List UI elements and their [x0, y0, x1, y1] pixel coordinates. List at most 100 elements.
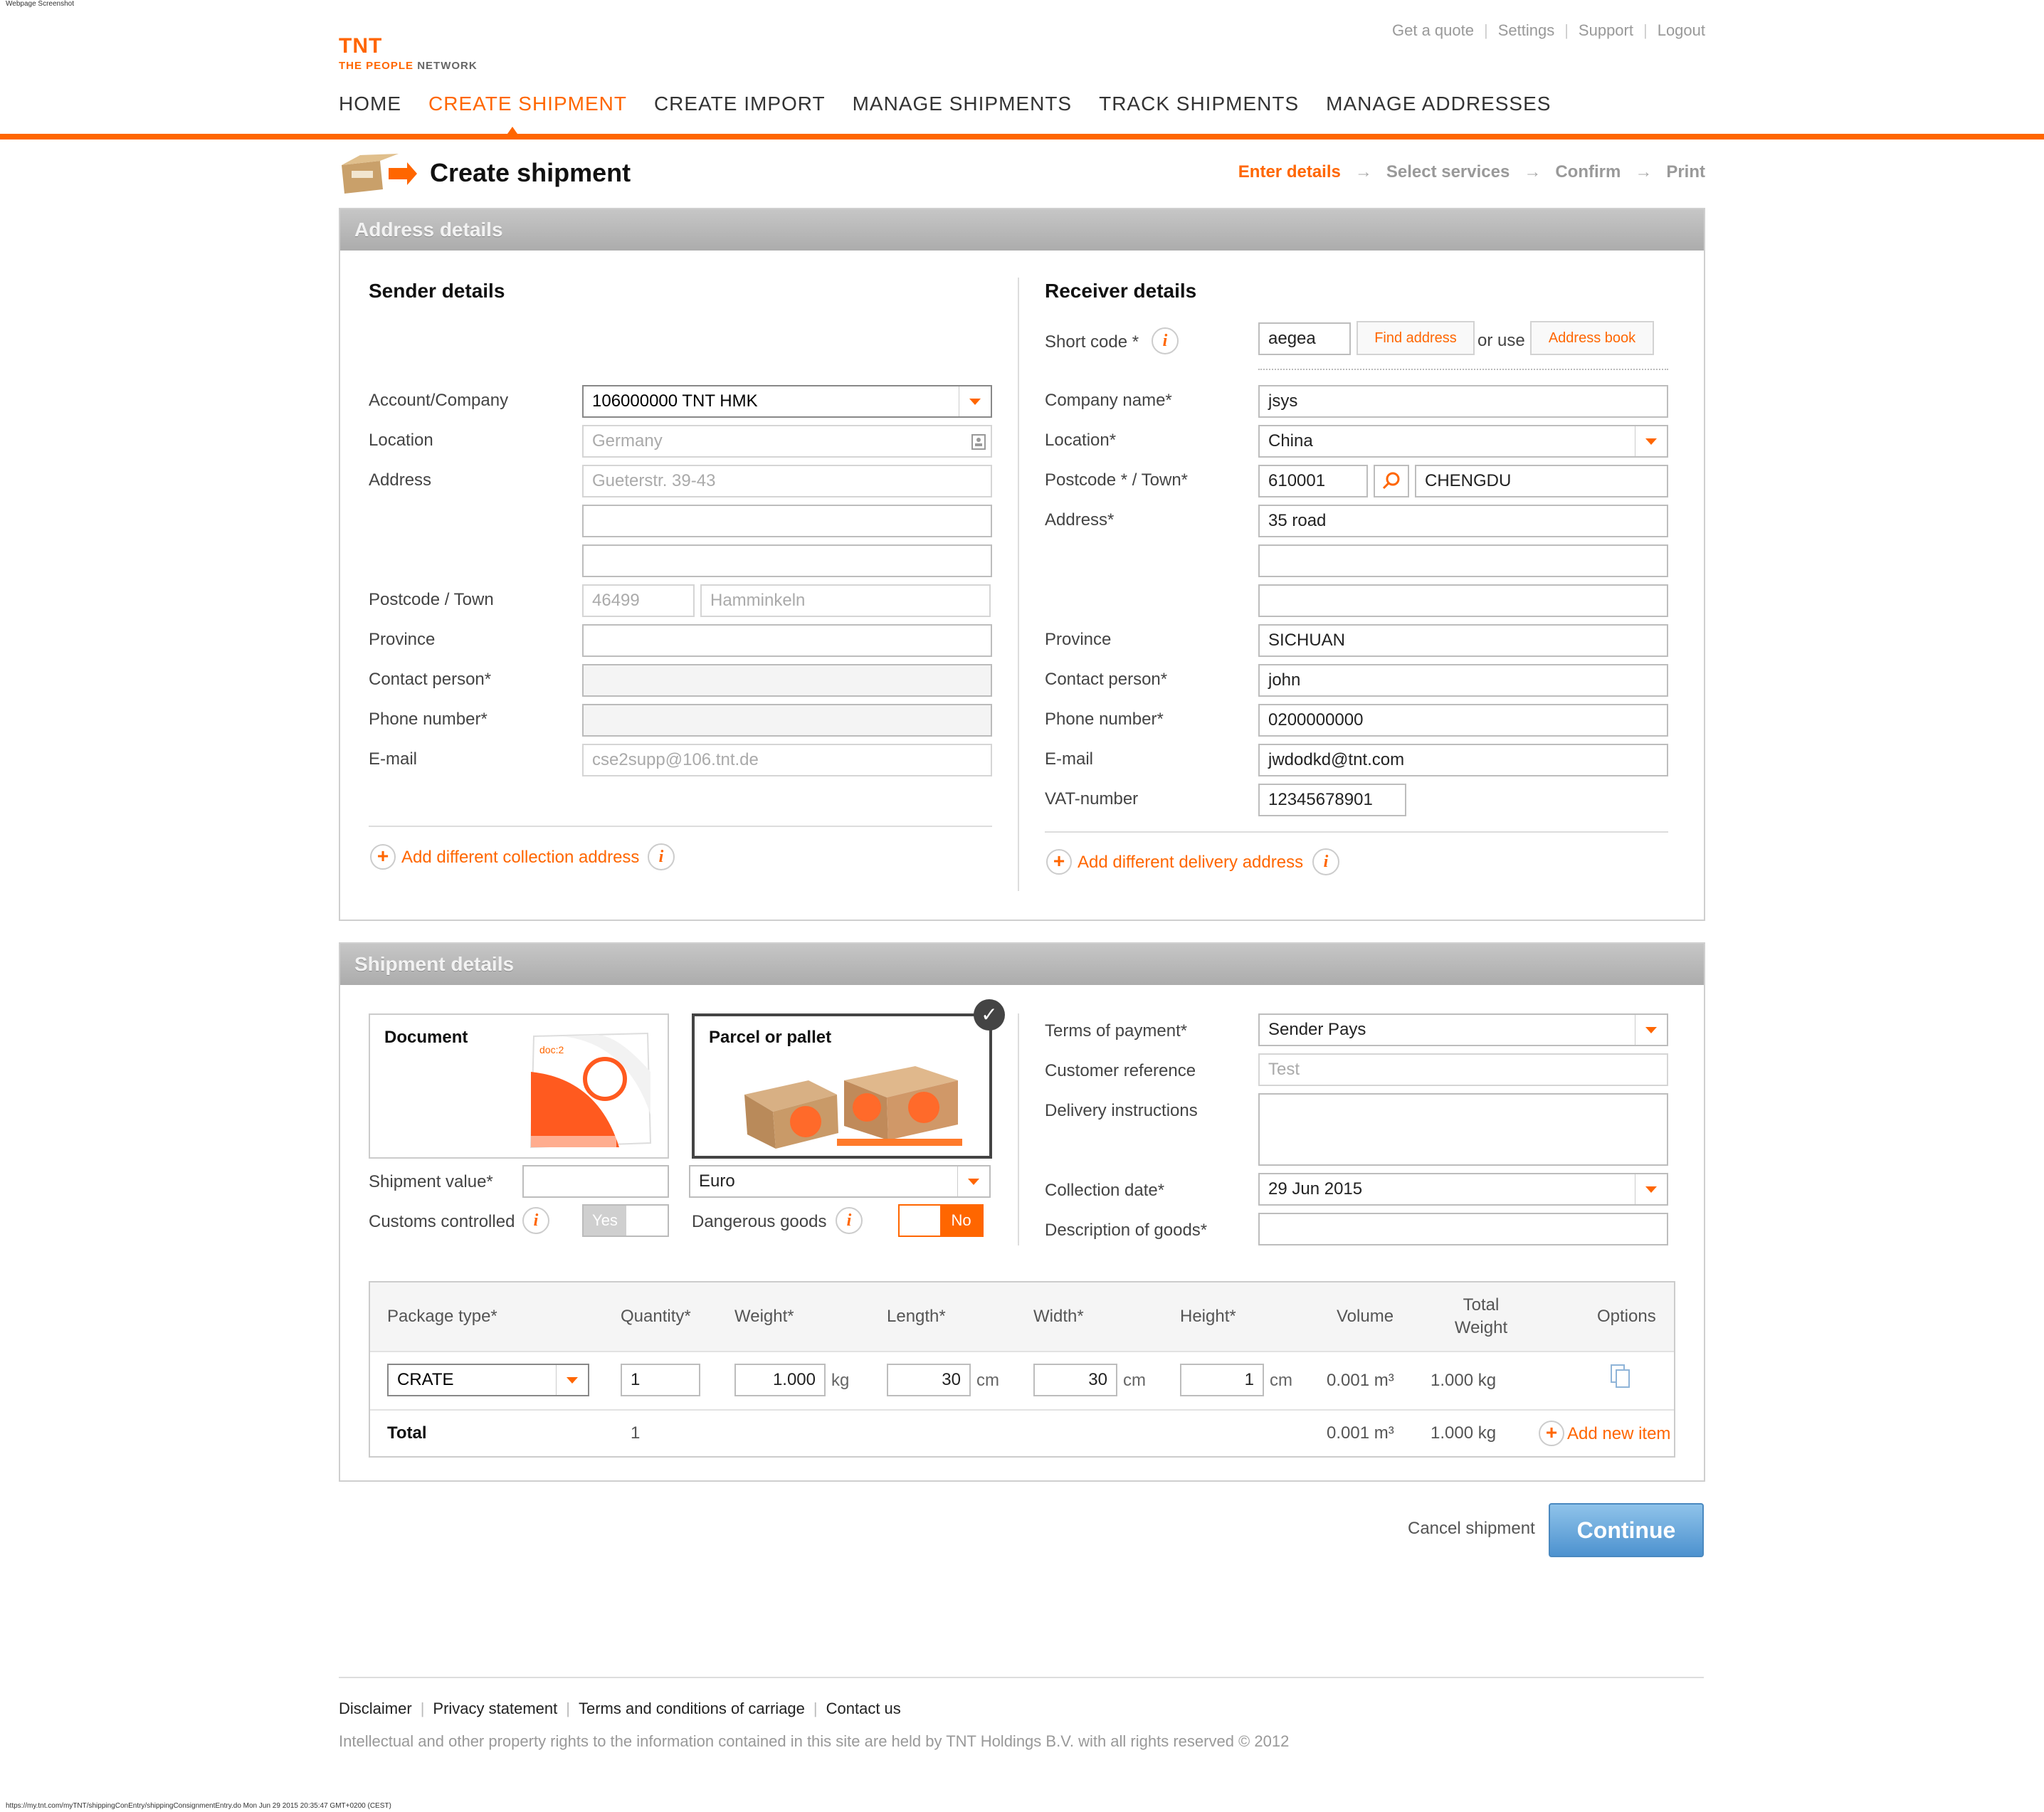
settings-link[interactable]: Settings: [1498, 21, 1555, 40]
address-panel-header: Address details: [340, 209, 1704, 251]
shortcode-info-icon[interactable]: i: [1152, 327, 1179, 354]
receiver-contact-label: Contact person*: [1045, 670, 1168, 689]
add-delivery-plus-icon[interactable]: +: [1046, 849, 1072, 875]
nav-manage-shipments[interactable]: MANAGE SHIPMENTS: [853, 93, 1072, 115]
nav-home[interactable]: HOME: [339, 93, 401, 115]
delivery-instructions-textarea[interactable]: [1258, 1093, 1668, 1166]
dangerous-info-icon[interactable]: i: [836, 1207, 863, 1234]
logo-tagline-a: THE PEOPLE: [339, 60, 414, 72]
nav-track-shipments[interactable]: TRACK SHIPMENTS: [1099, 93, 1299, 115]
continue-button[interactable]: Continue: [1549, 1503, 1704, 1557]
dangerous-goods-toggle[interactable]: No: [898, 1204, 984, 1237]
length-unit: cm: [976, 1371, 999, 1390]
tnt-logo[interactable]: TNT THE PEOPLE NETWORK: [339, 34, 478, 72]
disclaimer-link[interactable]: Disclaimer: [339, 1700, 412, 1717]
shipment-panel-header: Shipment details: [340, 944, 1704, 985]
nav-create-import[interactable]: CREATE IMPORT: [654, 93, 826, 115]
parcel-boxes-image: [744, 1066, 962, 1149]
nav-manage-addresses[interactable]: MANAGE ADDRESSES: [1326, 93, 1551, 115]
receiver-address3-field[interactable]: [1258, 584, 1668, 617]
shipment-value-field[interactable]: [522, 1165, 669, 1198]
copy-icon[interactable]: [1610, 1364, 1631, 1389]
sender-title: Sender details: [369, 280, 505, 302]
address-book-button[interactable]: Address book: [1530, 321, 1654, 355]
contact-us-link[interactable]: Contact us: [826, 1700, 901, 1717]
receiver-postcode-field[interactable]: 610001: [1258, 465, 1368, 497]
selected-check-icon: ✓: [974, 999, 1005, 1031]
document-type-card[interactable]: Document doc:2: [369, 1013, 669, 1159]
collection-info-icon[interactable]: i: [648, 843, 675, 870]
weight-field[interactable]: 1.000: [734, 1364, 826, 1396]
sender-email-label: E-mail: [369, 749, 418, 769]
sender-contact-field[interactable]: [582, 664, 992, 697]
receiver-town-field[interactable]: CHENGDU: [1415, 465, 1668, 497]
height-field[interactable]: 1: [1180, 1364, 1264, 1396]
get-quote-link[interactable]: Get a quote: [1392, 21, 1474, 40]
add-delivery-address-link[interactable]: Add different delivery address: [1078, 853, 1303, 873]
row-volume: 0.001 m³: [1327, 1371, 1394, 1390]
description-goods-field[interactable]: [1258, 1213, 1668, 1245]
sender-account-select[interactable]: 106000000 TNT HMK: [582, 385, 992, 418]
length-field[interactable]: 30: [887, 1364, 971, 1396]
receiver-email-field[interactable]: jwdodkd@tnt.com: [1258, 744, 1668, 776]
privacy-link[interactable]: Privacy statement: [433, 1700, 557, 1717]
step-select-services: Select services: [1386, 162, 1510, 181]
col-total-weight: Total Weight: [1454, 1295, 1508, 1337]
or-use-text: or use: [1477, 331, 1525, 350]
add-collection-plus-icon[interactable]: +: [370, 844, 396, 870]
receiver-province-field[interactable]: SICHUAN: [1258, 624, 1668, 657]
col-volume: Volume: [1337, 1307, 1394, 1326]
customs-toggle[interactable]: Yes: [582, 1204, 669, 1237]
support-link[interactable]: Support: [1579, 21, 1633, 40]
customer-reference-field[interactable]: Test: [1258, 1053, 1668, 1086]
col-package-type: Package type*: [387, 1307, 497, 1326]
nav-create-shipment[interactable]: CREATE SHIPMENT: [428, 93, 627, 115]
terms-select[interactable]: Sender Pays: [1258, 1013, 1668, 1046]
receiver-address2-field[interactable]: [1258, 544, 1668, 577]
customs-info-icon[interactable]: i: [522, 1207, 549, 1234]
weight-unit: kg: [831, 1371, 850, 1390]
parcel-type-card[interactable]: Parcel or pallet: [692, 1013, 992, 1159]
delivery-info-icon[interactable]: i: [1312, 848, 1339, 875]
footer-links: Disclaimer | Privacy statement | Terms and c…: [339, 1700, 901, 1717]
find-address-button[interactable]: Find address: [1356, 321, 1475, 355]
currency-select[interactable]: Euro: [689, 1165, 991, 1198]
package-type-select[interactable]: CRATE: [387, 1364, 589, 1396]
chevron-down-icon: [1635, 426, 1667, 456]
logout-link[interactable]: Logout: [1658, 21, 1705, 40]
width-field[interactable]: 30: [1033, 1364, 1117, 1396]
collection-date-label: Collection date*: [1045, 1181, 1165, 1200]
dangerous-goods-label: Dangerous goods: [692, 1212, 827, 1231]
cancel-shipment-link[interactable]: Cancel shipment: [1408, 1519, 1535, 1539]
receiver-contact-field[interactable]: john: [1258, 664, 1668, 697]
quantity-field[interactable]: 1: [621, 1364, 700, 1396]
collection-date-select[interactable]: 29 Jun 2015: [1258, 1173, 1668, 1206]
receiver-company-field[interactable]: jsys: [1258, 385, 1668, 418]
receiver-vat-field[interactable]: 12345678901: [1258, 784, 1406, 816]
add-new-item-link[interactable]: Add new item: [1567, 1424, 1670, 1444]
description-goods-label: Description of goods*: [1045, 1221, 1208, 1240]
add-item-plus-icon[interactable]: +: [1539, 1421, 1564, 1446]
sender-postcode-field: 46499: [582, 584, 695, 617]
sender-address2-field[interactable]: [582, 505, 992, 537]
terms-link[interactable]: Terms and conditions of carriage: [579, 1700, 805, 1717]
step-enter-details: Enter details: [1238, 162, 1341, 181]
sender-address1-field: Gueterstr. 39-43: [582, 465, 992, 497]
sender-phone-field[interactable]: [582, 704, 992, 737]
nav-active-caret: [507, 127, 517, 134]
sender-email-field[interactable]: cse2supp@106.tnt.de: [582, 744, 992, 776]
package-row-divider: [370, 1409, 1674, 1411]
postcode-search-button[interactable]: [1374, 465, 1409, 497]
sender-location-field: Germany: [582, 425, 992, 458]
receiver-address1-field[interactable]: 35 road: [1258, 505, 1668, 537]
receiver-title: Receiver details: [1045, 280, 1197, 302]
receiver-location-select[interactable]: China: [1258, 425, 1668, 458]
receiver-province-label: Province: [1045, 630, 1112, 649]
sender-address3-field[interactable]: [582, 544, 992, 577]
sender-province-field[interactable]: [582, 624, 992, 657]
total-label: Total: [387, 1423, 427, 1443]
add-collection-address-link[interactable]: Add different collection address: [401, 848, 639, 868]
receiver-shortcode-field[interactable]: aegea: [1258, 322, 1351, 355]
width-unit: cm: [1123, 1371, 1146, 1390]
receiver-phone-field[interactable]: 0200000000: [1258, 704, 1668, 737]
